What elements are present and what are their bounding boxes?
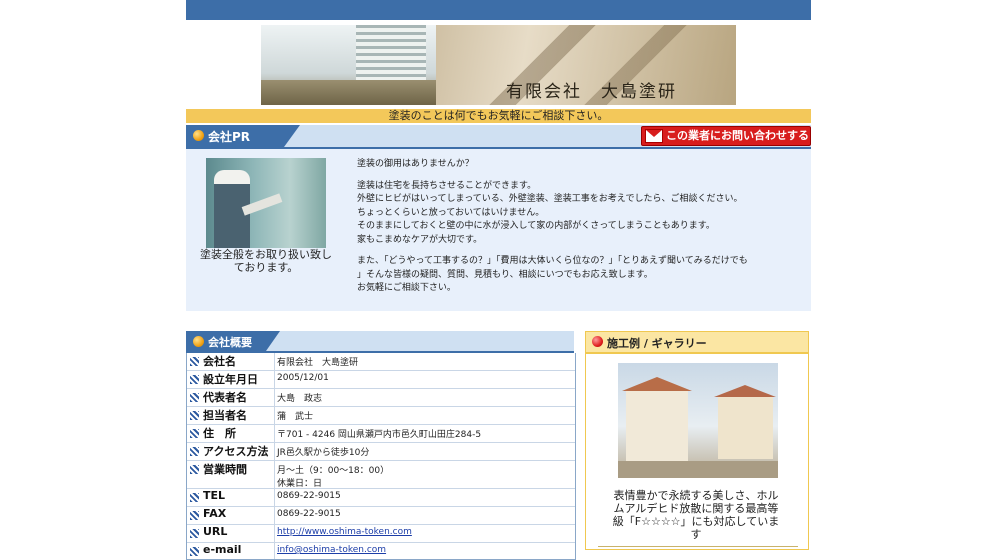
- banner-window-image: [261, 25, 436, 105]
- company-info-title: 会社概要: [208, 336, 252, 349]
- pr-photo-caption: 塗装全般をお取り扱い致しております。: [200, 248, 332, 274]
- row-value: info@oshima-token.com: [275, 543, 575, 559]
- house-image: [622, 377, 692, 463]
- company-banner: 有限会社 大島塗研: [261, 25, 736, 105]
- checker-bullet-icon: [190, 511, 199, 520]
- table-row: アクセス方法 JR邑久駅から徒歩10分: [187, 443, 575, 461]
- checker-bullet-icon: [190, 375, 199, 384]
- row-key: アクセス方法: [187, 443, 275, 460]
- orange-dot-icon: [193, 130, 204, 141]
- row-value: 0869-22-9015: [277, 491, 341, 501]
- gallery-caption: 表情豊かで永続する美しさ、ホルムアルデヒド放散に関する最高等級「F☆☆☆☆」にも…: [612, 489, 780, 541]
- closed-days: 休業日：日: [277, 479, 323, 489]
- pr-line: お気軽にご相談下さい。: [357, 283, 456, 293]
- checker-bullet-icon: [190, 465, 199, 474]
- pr-line: 家もこまめなケアが大切です。: [357, 234, 483, 245]
- table-row: FAX 0869-22-9015: [187, 507, 575, 525]
- house-image: [714, 385, 776, 459]
- gallery-house-photo[interactable]: [618, 363, 778, 478]
- road-image: [618, 461, 778, 478]
- row-value: 〒701 - 4246 岡山県瀬戸内市邑久町山田庄284-5: [277, 430, 482, 440]
- gallery-title: 施工例 / ギャラリー: [607, 337, 707, 350]
- gallery-divider: [598, 546, 798, 547]
- pr-line: 」そんな皆様の疑問、質問、見積もり、相談にいつでもお応え致します。: [357, 269, 653, 280]
- checker-bullet-icon: [190, 493, 199, 502]
- email-link[interactable]: info@oshima-token.com: [277, 545, 386, 555]
- row-key: URL: [187, 525, 275, 542]
- table-row: 代表者名 大島 政志: [187, 389, 575, 407]
- business-hours: 月～土（9：00～18：00）: [277, 466, 390, 476]
- table-row: 会社名 有限会社 大島塗研: [187, 353, 575, 371]
- checker-bullet-icon: [190, 547, 199, 556]
- row-key: e-mail: [187, 543, 275, 559]
- row-key: TEL: [187, 489, 275, 506]
- row-value: 0869-22-9015: [277, 509, 341, 519]
- row-key: 住 所: [187, 425, 275, 442]
- pr-line: 塗装の御用はありませんか？: [357, 159, 474, 169]
- orange-dot-icon: [193, 336, 204, 347]
- envelope-icon: [645, 129, 663, 143]
- table-row: e-mail info@oshima-token.com: [187, 543, 575, 559]
- row-value: 月～土（9：00～18：00） 休業日：日: [275, 461, 575, 489]
- row-key: 設立年月日: [187, 371, 275, 388]
- website-link[interactable]: http://www.oshima-token.com: [277, 527, 412, 537]
- table-row: 住 所 〒701 - 4246 岡山県瀬戸内市邑久町山田庄284-5: [187, 425, 575, 443]
- pr-line: そのままにしておくと壁の中に水が浸入して家の内部がくさってしまうこともあります。: [357, 221, 715, 231]
- row-key: 会社名: [187, 353, 275, 370]
- red-dot-icon: [592, 336, 603, 347]
- tagline: 塗装のことは何でもお気軽にご相談下さい。: [186, 109, 811, 123]
- table-row: URL http://www.oshima-token.com: [187, 525, 575, 543]
- contact-button-label: この業者にお問い合わせする: [666, 129, 809, 142]
- pr-line: ちょっとくらいと放っておいてはいけません。: [357, 207, 545, 218]
- pr-line: 塗装は住宅を長持ちさせることができます。: [357, 180, 537, 191]
- pr-section-title: 会社PR: [208, 130, 251, 144]
- checker-bullet-icon: [190, 447, 199, 456]
- company-info-table: 会社名 有限会社 大島塗研 設立年月日 2005/12/01 代表者名 大島 政…: [186, 353, 576, 560]
- painter-photo: [206, 158, 326, 248]
- row-key: FAX: [187, 507, 275, 524]
- pr-line: 外壁にヒビがはいってしまっている、外壁塗装、塗装工事をお考えでしたら、ご相談くだ…: [357, 194, 743, 204]
- checker-bullet-icon: [190, 529, 199, 538]
- checker-bullet-icon: [190, 393, 199, 402]
- contact-vendor-button[interactable]: この業者にお問い合わせする: [641, 126, 811, 146]
- checker-bullet-icon: [190, 429, 199, 438]
- table-row: 設立年月日 2005/12/01: [187, 371, 575, 389]
- row-value: JR邑久駅から徒歩10分: [277, 448, 370, 458]
- company-info-header: 会社概要: [186, 331, 574, 353]
- gallery-header: 施工例 / ギャラリー: [586, 332, 808, 354]
- row-value: 2005/12/01: [277, 373, 329, 383]
- table-row: 営業時間 月～土（9：00～18：00） 休業日：日: [187, 461, 575, 489]
- checker-bullet-icon: [190, 411, 199, 420]
- pr-line: また、「どうやって工事するの？」「費用は大体いくら位なの？」「とりあえず聞いてみ…: [357, 256, 748, 266]
- banner-company-name: 有限会社 大島塗研: [506, 82, 677, 102]
- pr-text: 塗装の御用はありませんか？ 塗装は住宅を長持ちさせることができます。 外壁にヒビ…: [357, 158, 807, 296]
- table-row: TEL 0869-22-9015: [187, 489, 575, 507]
- row-value: http://www.oshima-token.com: [275, 525, 575, 542]
- row-key: 代表者名: [187, 389, 275, 406]
- row-value: 大島 政志: [277, 394, 323, 404]
- row-key: 担当者名: [187, 407, 275, 424]
- row-key: 営業時間: [187, 461, 275, 488]
- checker-bullet-icon: [190, 357, 199, 366]
- top-bar: [186, 0, 811, 20]
- row-value: 蒲 武士: [277, 412, 314, 422]
- row-value: 有限会社 大島塗研: [277, 358, 359, 368]
- table-row: 担当者名 蒲 武士: [187, 407, 575, 425]
